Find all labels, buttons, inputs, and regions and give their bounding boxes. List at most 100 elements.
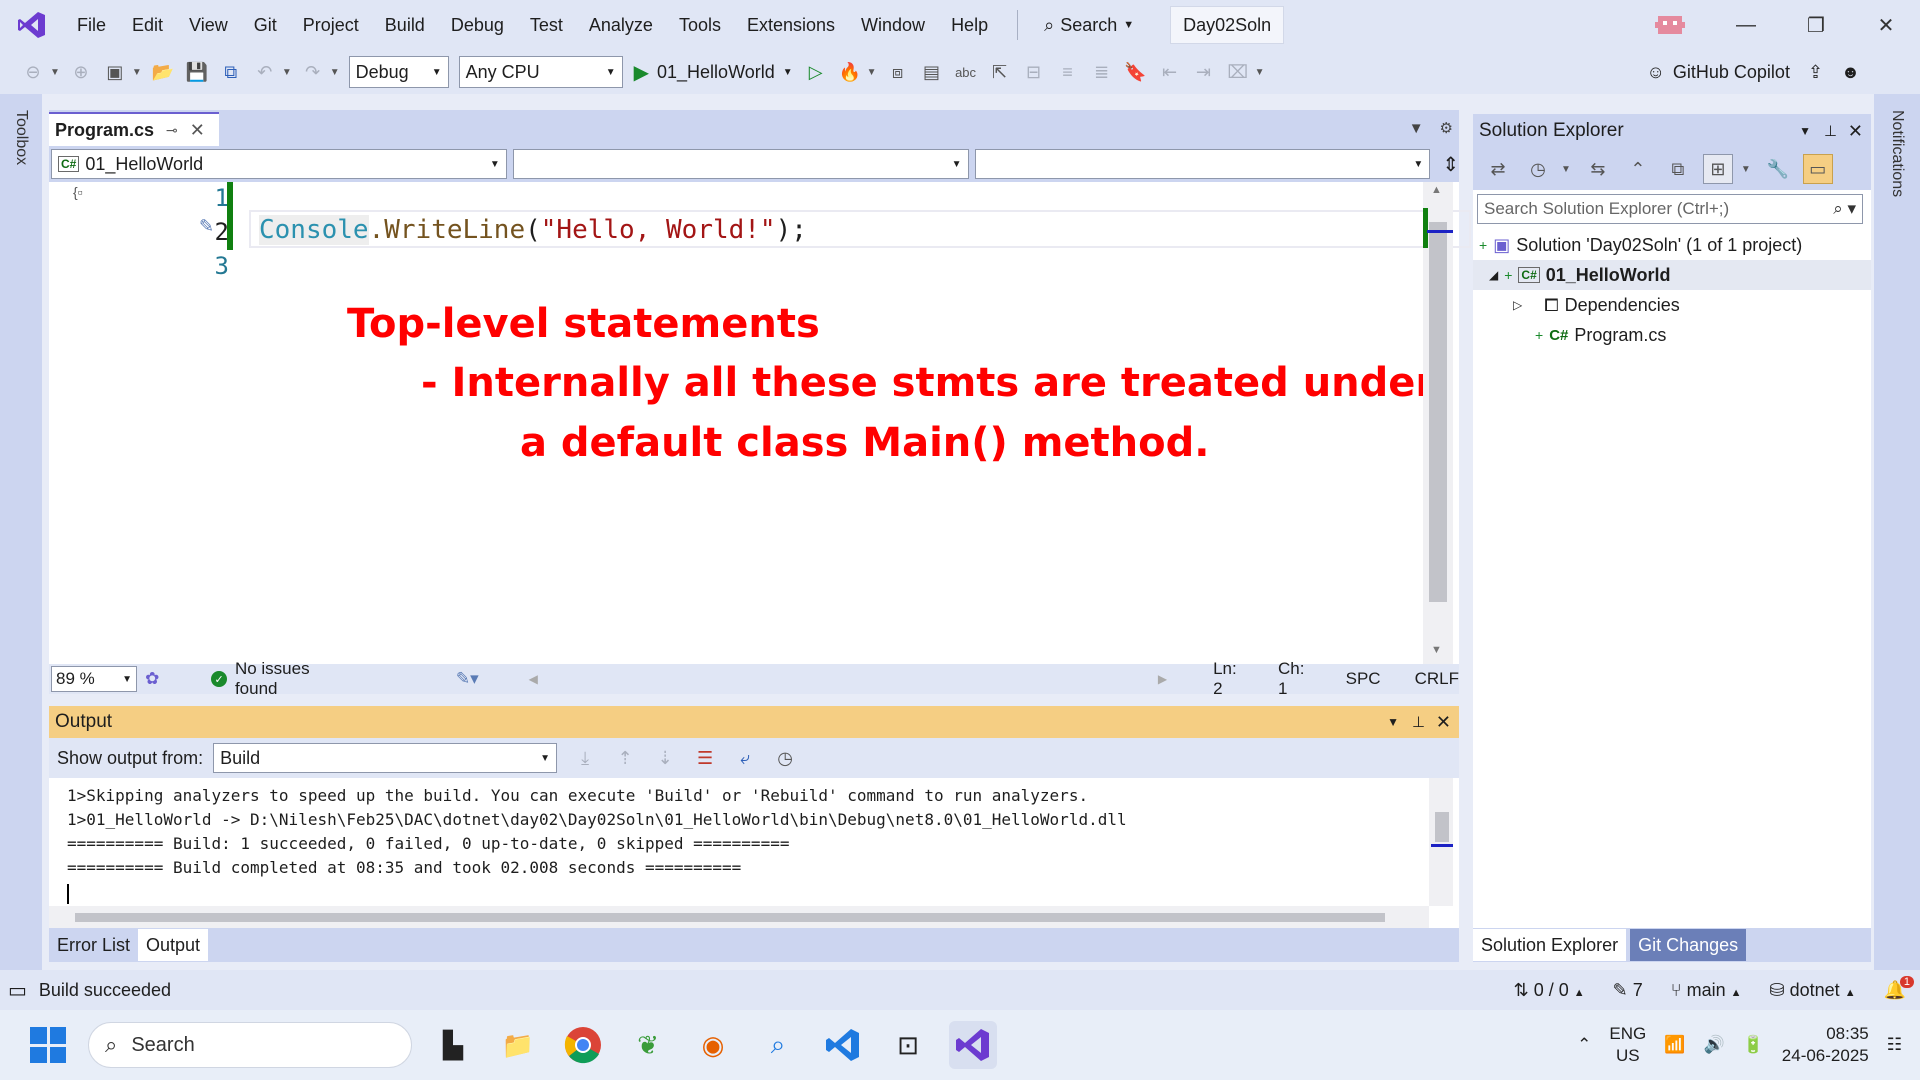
close-icon[interactable]: ✕ xyxy=(1856,0,1916,50)
menu-debug[interactable]: Debug xyxy=(438,0,517,50)
spell-check-icon[interactable]: abc xyxy=(951,57,981,87)
collapsed-triangle-icon[interactable]: ▷ xyxy=(1513,298,1522,312)
comment-icon[interactable]: ≡ xyxy=(1053,57,1083,87)
line-ending-indicator[interactable]: CRLF xyxy=(1415,669,1459,689)
vscode-icon[interactable] xyxy=(819,1021,867,1069)
configuration-select[interactable]: Debug ▼ xyxy=(348,56,449,88)
tab-git-changes[interactable]: Git Changes xyxy=(1630,929,1747,961)
clear-bookmarks-icon[interactable]: ⌧ xyxy=(1223,57,1253,87)
close-icon[interactable]: ✕ xyxy=(1848,121,1863,142)
menu-edit[interactable]: Edit xyxy=(119,0,176,50)
pin-icon[interactable]: ⊥ xyxy=(1824,122,1837,140)
hscroll-left-icon[interactable]: ◀ xyxy=(529,672,538,686)
collapse-all-icon[interactable]: ⌃ xyxy=(1623,154,1653,184)
visual-studio-taskbar-icon[interactable] xyxy=(949,1021,997,1069)
open-folder-icon[interactable]: 📂 xyxy=(148,57,178,87)
tab-output[interactable]: Output xyxy=(138,929,209,961)
menu-file[interactable]: File xyxy=(64,0,119,50)
back-icon[interactable]: ⊖ xyxy=(18,57,48,87)
code-editor[interactable]: {▫ 1 2 3 ✎ Console.WriteLine("Hello, Wor… xyxy=(49,182,1471,664)
firefox-icon[interactable]: ◉ xyxy=(689,1021,737,1069)
tab-error-list[interactable]: Error List xyxy=(49,929,138,961)
notification-center-icon[interactable]: ☷ xyxy=(1887,1035,1902,1055)
split-editor-icon[interactable]: ⇕ xyxy=(1442,152,1459,177)
issues-status[interactable]: No issues found xyxy=(235,659,354,699)
toolbox-tab[interactable]: Toolbox xyxy=(12,110,30,165)
show-all-files-icon[interactable]: ⧉ xyxy=(1663,154,1693,184)
close-tab-icon[interactable]: ✕ xyxy=(190,120,205,141)
language-indicator[interactable]: ENG US xyxy=(1609,1023,1646,1067)
chevron-down-icon[interactable]: ▼ xyxy=(50,67,60,78)
feedback-icon[interactable]: ☻ xyxy=(1841,62,1860,83)
tab-solution-explorer[interactable]: Solution Explorer xyxy=(1473,929,1627,961)
column-indicator[interactable]: Ch: 1 xyxy=(1278,659,1318,699)
type-nav-select[interactable]: ▼ xyxy=(512,149,969,179)
scrollbar-thumb[interactable] xyxy=(75,913,1385,922)
window-layout-icon[interactable]: ▤ xyxy=(917,57,947,87)
output-source-select[interactable]: Build ▼ xyxy=(213,743,558,773)
whitespace-indicator[interactable]: SPC xyxy=(1346,669,1381,689)
hscroll-right-icon[interactable]: ▶ xyxy=(1158,672,1167,686)
search-menu[interactable]: ⌕ Search ▼ xyxy=(1034,15,1144,36)
sync-active-document-icon[interactable]: ⇆ xyxy=(1583,154,1613,184)
snipping-tool-icon[interactable]: ⊡ xyxy=(884,1021,932,1069)
output-horizontal-scrollbar[interactable] xyxy=(49,906,1429,928)
settings-gear-icon[interactable]: ⚙ xyxy=(1440,119,1453,137)
chevron-down-icon[interactable]: ▼ xyxy=(132,67,142,78)
tab-program-cs[interactable]: Program.cs ⊸ ✕ xyxy=(49,112,219,146)
wifi-icon[interactable]: 📶 xyxy=(1664,1035,1685,1055)
member-nav-select[interactable]: ▼ xyxy=(974,149,1431,179)
chevron-down-icon[interactable]: ▼ xyxy=(282,67,292,78)
quick-actions-brush-icon[interactable]: ✎ xyxy=(199,216,214,237)
menu-git[interactable]: Git xyxy=(241,0,290,50)
notifications-tab[interactable]: Notifications xyxy=(1888,110,1906,197)
menu-build[interactable]: Build xyxy=(372,0,438,50)
scroll-down-icon[interactable]: ▼ xyxy=(1431,644,1442,656)
platform-select[interactable]: Any CPU ▼ xyxy=(458,56,623,88)
word-wrap-icon[interactable]: ⤶ xyxy=(730,743,760,773)
save-all-icon[interactable]: ⧉ xyxy=(216,57,246,87)
chevron-down-icon[interactable]: ▼ xyxy=(1561,164,1571,175)
next-message-icon[interactable]: ⇣ xyxy=(650,743,680,773)
source-control-changes[interactable]: ⇅ 0 / 0 ▲ xyxy=(1514,980,1585,1001)
show-hidden-icons-chevron-up-icon[interactable]: ⌃ xyxy=(1577,1035,1591,1055)
preview-selected-icon[interactable]: ▭ xyxy=(1802,154,1833,184)
minimize-icon[interactable]: — xyxy=(1716,0,1776,50)
account-avatar-icon[interactable] xyxy=(1640,0,1700,50)
github-copilot-button[interactable]: ☺ GitHub Copilot ⇪ ☻ xyxy=(1647,50,1861,94)
chevron-down-icon[interactable]: ▼ xyxy=(1255,67,1265,78)
forward-icon[interactable]: ⊕ xyxy=(66,57,96,87)
toggle-icon[interactable]: ⊟ xyxy=(1019,57,1049,87)
pin-icon[interactable]: ⊥ xyxy=(1412,713,1425,731)
code-cleanup-icon[interactable]: ✎▾ xyxy=(456,669,479,689)
hot-reload-icon[interactable]: 🔥 xyxy=(835,57,865,87)
file-explorer-icon[interactable]: 📁 xyxy=(494,1021,542,1069)
properties-wrench-icon[interactable]: 🔧 xyxy=(1763,154,1793,184)
share-icon[interactable]: ⇪ xyxy=(1808,62,1823,83)
menu-test[interactable]: Test xyxy=(517,0,576,50)
chevron-down-icon[interactable]: ▼ xyxy=(1799,124,1811,138)
start-without-debugging-icon[interactable]: ▷ xyxy=(801,57,831,87)
git-repository[interactable]: ⛁ dotnet ▲ xyxy=(1770,980,1856,1001)
intellicode-icon[interactable]: ✿ xyxy=(145,669,159,689)
switch-views-icon[interactable]: ⇄ xyxy=(1483,154,1513,184)
select-element-icon[interactable]: ⇱ xyxy=(985,57,1015,87)
expanded-triangle-icon[interactable]: ◢ xyxy=(1489,268,1498,282)
solution-name-badge[interactable]: Day02Soln xyxy=(1170,6,1285,44)
tab-list-dropdown-icon[interactable]: ▼ xyxy=(1409,120,1424,137)
chevron-down-icon[interactable]: ▼ xyxy=(1741,164,1751,175)
new-project-icon[interactable]: ▣ xyxy=(100,57,130,87)
go-to-line-icon[interactable]: ⤓ xyxy=(570,743,600,773)
clear-all-icon[interactable]: ☰ xyxy=(690,743,720,773)
uncomment-icon[interactable]: ≣ xyxy=(1087,57,1117,87)
pending-changes-icon[interactable]: ◷ xyxy=(1523,154,1553,184)
filter-icon[interactable]: ⊞ xyxy=(1702,154,1733,184)
menu-project[interactable]: Project xyxy=(290,0,372,50)
taskbar-search[interactable]: ⌕ Search xyxy=(88,1022,412,1068)
restore-icon[interactable]: ❐ xyxy=(1786,0,1846,50)
menu-window[interactable]: Window xyxy=(848,0,938,50)
tree-item-dependencies[interactable]: ▷ ⧠ Dependencies xyxy=(1513,290,1680,320)
project-nav-select[interactable]: C# 01_HelloWorld ▼ xyxy=(51,149,507,179)
menu-tools[interactable]: Tools xyxy=(666,0,734,50)
task-view-icon[interactable]: ▙ xyxy=(429,1021,477,1069)
